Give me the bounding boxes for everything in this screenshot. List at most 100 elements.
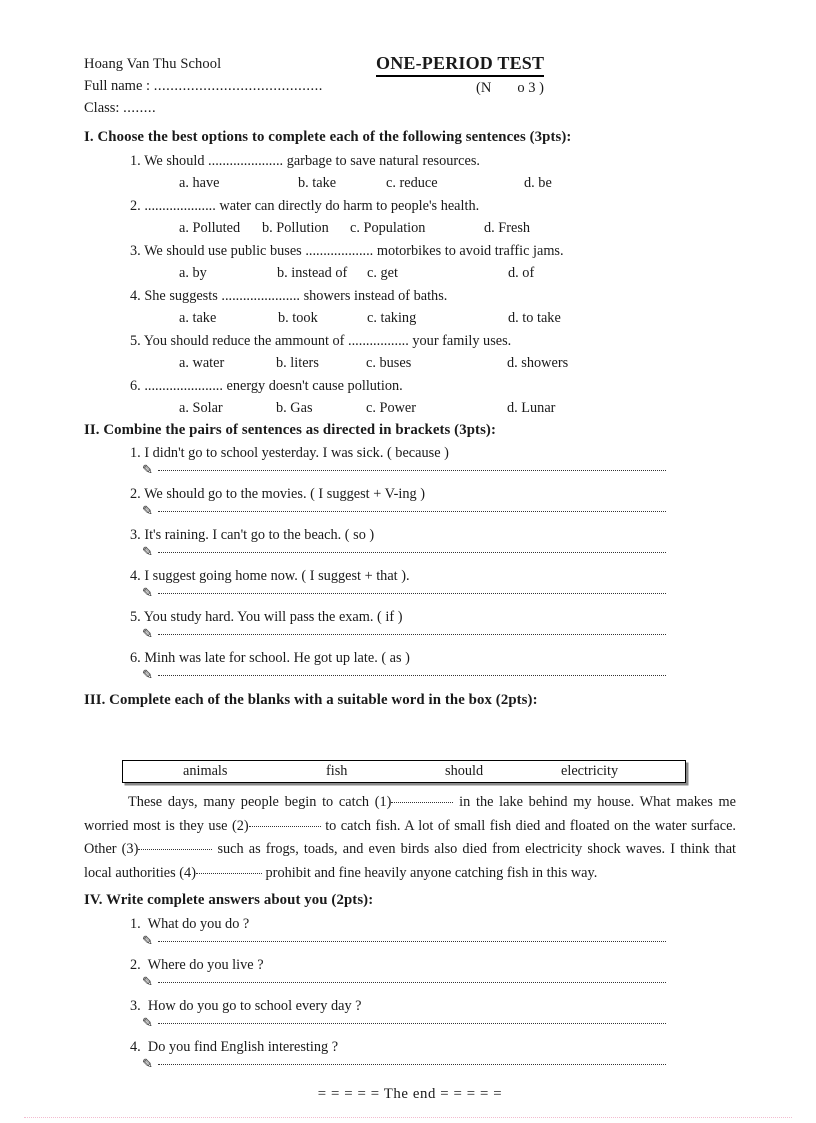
combine-2-number: 2. [130, 486, 141, 502]
pencil-icon: ✎ [142, 544, 153, 559]
page-title: ONE-PERIOD TEST [376, 53, 545, 77]
document-page: Hoang Van Thu School ONE-PERIOD TEST Ful… [0, 0, 816, 1123]
answer-1-number: 1. [130, 916, 141, 932]
answer-4-line[interactable]: ✎ [142, 1056, 666, 1074]
combine-2-answer[interactable]: ✎ [142, 503, 666, 521]
option-1c[interactable]: c. reduce [386, 175, 524, 192]
the-end-marker: = = = = = The end = = = = = [317, 1086, 503, 1102]
combine-5-answer[interactable]: ✎ [142, 626, 666, 644]
option-3b[interactable]: b. instead of [277, 265, 367, 282]
option-2c[interactable]: c. Population [350, 220, 484, 237]
combine-4-answer[interactable]: ✎ [142, 585, 666, 603]
question-5-text: 5. You should reduce the ammount of ....… [130, 333, 511, 350]
question-6-text: 6. ...................... energy doesn't… [130, 378, 403, 395]
combine-1-answer[interactable]: ✎ [142, 462, 666, 480]
paragraph-blank-3[interactable] [138, 849, 213, 850]
answer-3-text: How do you go to school every day ? [147, 998, 362, 1014]
option-2b[interactable]: b. Pollution [262, 220, 350, 237]
combine-6-text: Minh was late for school. He got up late… [144, 650, 410, 666]
combine-3-text: It's raining. I can't go to the beach. (… [144, 527, 375, 543]
option-2a[interactable]: a. Polluted [179, 220, 262, 237]
combine-item-6: 6. Minh was late for school. He got up l… [130, 650, 410, 667]
question-3-blank[interactable]: ................... [305, 243, 373, 259]
option-3c[interactable]: c. get [367, 265, 508, 282]
answer-2-line[interactable]: ✎ [142, 974, 666, 992]
option-6a[interactable]: a. Solar [179, 400, 276, 417]
answer-3-number: 3. [130, 998, 141, 1014]
class-field: Class: ........ [84, 100, 156, 117]
combine-5-text: You study hard. You will pass the exam. … [143, 609, 403, 625]
question-4-blank[interactable]: ...................... [221, 288, 300, 304]
option-1b[interactable]: b. take [298, 175, 386, 192]
combine-item-4: 4. I suggest going home now. ( I suggest… [130, 568, 410, 585]
combine-5-number: 5. [130, 609, 141, 625]
option-5c[interactable]: c. buses [366, 355, 507, 372]
combine-item-5: 5. You study hard. You will pass the exa… [130, 609, 402, 626]
combine-item-1: 1. I didn't go to school yesterday. I wa… [130, 445, 449, 462]
answer-item-3: 3. How do you go to school every day ? [130, 998, 362, 1015]
question-3-number: 3. [130, 243, 141, 259]
test-sheet: Hoang Van Thu School ONE-PERIOD TEST Ful… [84, 53, 736, 1102]
question-6-blank[interactable]: ...................... [144, 378, 223, 394]
option-1d[interactable]: d. be [524, 175, 552, 192]
question-1-number: 1. [130, 153, 141, 169]
option-5a[interactable]: a. water [179, 355, 276, 372]
answer-1-line[interactable]: ✎ [142, 933, 666, 951]
full-name-dots[interactable]: ........................................… [154, 78, 323, 94]
question-5-blank[interactable]: ................. [348, 333, 409, 349]
question-4-text: 4. She suggests ...................... s… [130, 288, 447, 305]
option-2d[interactable]: d. Fresh [484, 220, 530, 237]
document-header: Hoang Van Thu School ONE-PERIOD TEST Ful… [84, 53, 736, 116]
question-1-blank[interactable]: ..................... [208, 153, 283, 169]
pencil-icon: ✎ [142, 462, 153, 477]
section-4-heading: IV. Write complete answers about you (2p… [84, 892, 374, 908]
option-6b[interactable]: b. Gas [276, 400, 366, 417]
question-2-options: a. Polluted b. Pollution c. Population d. F… [179, 220, 530, 237]
option-3a[interactable]: a. by [179, 265, 277, 282]
question-1-after: garbage to save natural resources. [286, 153, 481, 169]
word-bank-item-should[interactable]: should [445, 763, 483, 780]
option-4c[interactable]: c. taking [367, 310, 508, 327]
section-2-heading: II. Combine the pairs of sentences as di… [84, 422, 496, 438]
option-1a[interactable]: a. have [179, 175, 298, 192]
combine-6-answer[interactable]: ✎ [142, 667, 666, 685]
option-5d[interactable]: d. showers [507, 355, 568, 372]
question-2-after: water can directly do harm to people's h… [219, 198, 480, 214]
para-part-1: These days, many people begin to catch (… [128, 794, 392, 810]
combine-3-answer[interactable]: ✎ [142, 544, 666, 562]
paragraph-blank-2[interactable] [248, 825, 321, 827]
question-1-options: a. have b. take c. reduce d. be [179, 175, 552, 192]
full-name-field: Full name : ............................… [84, 78, 323, 95]
word-bank-item-fish[interactable]: fish [326, 763, 347, 780]
word-bank-item-electricity[interactable]: electricity [561, 763, 618, 780]
word-bank-item-animals[interactable]: animals [183, 763, 227, 780]
combine-2-text: We should go to the movies. ( I suggest … [144, 486, 425, 502]
option-6d[interactable]: d. Lunar [507, 400, 555, 417]
question-6-number: 6. [130, 378, 141, 394]
question-5-options: a. water b. liters c. buses d. showers [179, 355, 568, 372]
question-4-before: She suggests [144, 288, 218, 304]
option-5b[interactable]: b. liters [276, 355, 366, 372]
grade-prefix: (N [476, 80, 492, 96]
combine-item-3: 3. It's raining. I can't go to the beach… [130, 527, 374, 544]
question-3-before: We should use public buses [144, 243, 302, 259]
paragraph-blank-4[interactable] [195, 872, 262, 874]
answer-item-2: 2. Where do you live ? [130, 957, 264, 974]
answer-3-line[interactable]: ✎ [142, 1015, 666, 1033]
option-4d[interactable]: d. to take [508, 310, 561, 327]
answer-1-text: What do you do ? [147, 916, 250, 932]
option-6c[interactable]: c. Power [366, 400, 507, 417]
option-4b[interactable]: b. took [278, 310, 367, 327]
option-4a[interactable]: a. take [179, 310, 278, 327]
question-2-blank[interactable]: .................... [144, 198, 215, 214]
answer-item-1: 1. What do you do ? [130, 916, 249, 933]
question-1-text: 1. We should ..................... garba… [130, 153, 480, 170]
question-3-text: 3. We should use public buses ..........… [130, 243, 564, 260]
combine-4-text: I suggest going home now. ( I suggest + … [144, 568, 410, 584]
combine-1-text: I didn't go to school yesterday. I was s… [144, 445, 449, 461]
pencil-icon: ✎ [142, 1056, 153, 1071]
class-dots[interactable]: ........ [123, 100, 156, 116]
option-3d[interactable]: d. of [508, 265, 534, 282]
pencil-icon: ✎ [142, 667, 153, 682]
paragraph-blank-1[interactable] [391, 802, 454, 803]
